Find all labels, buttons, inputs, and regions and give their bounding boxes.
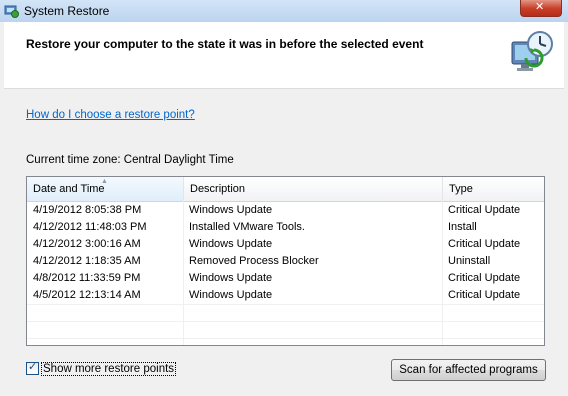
cell-type: Critical Update — [448, 289, 521, 301]
cell-type: Critical Update — [448, 204, 521, 216]
choose-restore-point-help-link[interactable]: How do I choose a restore point? — [26, 109, 195, 121]
table-row[interactable]: 4/12/2012 11:48:03 PM Installed VMware T… — [27, 219, 544, 236]
cell-description: Windows Update — [189, 238, 273, 250]
cell-date-time: 4/5/2012 12:13:14 AM — [33, 289, 141, 301]
system-restore-icon — [4, 5, 19, 18]
table-body: 4/19/2012 8:05:38 PM Windows Update Crit… — [27, 202, 544, 304]
table-row[interactable]: 4/5/2012 12:13:14 AM Windows Update Crit… — [27, 287, 544, 304]
page-heading: Restore your computer to the state it wa… — [26, 37, 424, 51]
table-header: Date and Time Description Type ▲ — [27, 177, 544, 202]
empty-row-line — [27, 304, 544, 305]
close-button[interactable] — [520, 0, 562, 17]
empty-row-line — [27, 338, 544, 339]
cell-date-time: 4/19/2012 8:05:38 PM — [33, 204, 142, 216]
sort-ascending-icon: ▲ — [101, 178, 108, 185]
cell-description: Windows Update — [189, 289, 273, 301]
table-row[interactable]: 4/8/2012 11:33:59 PM Windows Update Crit… — [27, 270, 544, 287]
cell-description: Removed Process Blocker — [189, 255, 319, 267]
checkbox-checked-icon[interactable] — [26, 360, 39, 375]
cell-date-time: 4/8/2012 11:33:59 PM — [33, 272, 141, 284]
cell-date-time: 4/12/2012 11:48:03 PM — [33, 221, 147, 233]
window-title: System Restore — [24, 4, 110, 18]
show-more-restore-points-label[interactable]: Show more restore points — [41, 362, 177, 376]
cell-description: Windows Update — [189, 272, 273, 284]
system-restore-clock-icon — [511, 31, 553, 71]
scan-affected-programs-button[interactable]: Scan for affected programs — [391, 359, 546, 381]
title-bar: System Restore — [0, 0, 568, 22]
cell-description: Installed VMware Tools. — [189, 221, 305, 233]
column-header-type[interactable]: Type — [443, 177, 544, 201]
cell-type: Critical Update — [448, 238, 521, 250]
table-row[interactable]: 4/12/2012 3:00:16 AM Windows Update Crit… — [27, 236, 544, 253]
table-row[interactable]: 4/19/2012 8:05:38 PM Windows Update Crit… — [27, 202, 544, 219]
empty-row-line — [27, 321, 544, 322]
cell-type: Critical Update — [448, 272, 521, 284]
table-row[interactable]: 4/12/2012 1:18:35 AM Removed Process Blo… — [27, 253, 544, 270]
cell-type: Install — [448, 221, 477, 233]
header-panel: Restore your computer to the state it wa… — [4, 22, 564, 89]
cell-date-time: 4/12/2012 1:18:35 AM — [33, 255, 141, 267]
cell-type: Uninstall — [448, 255, 491, 267]
cell-date-time: 4/12/2012 3:00:16 AM — [33, 238, 141, 250]
restore-points-table: Date and Time Description Type ▲ 4/19/20… — [26, 176, 545, 346]
column-header-description[interactable]: Description — [184, 177, 443, 201]
cell-description: Windows Update — [189, 204, 273, 216]
timezone-label: Current time zone: Central Daylight Time — [26, 154, 234, 166]
